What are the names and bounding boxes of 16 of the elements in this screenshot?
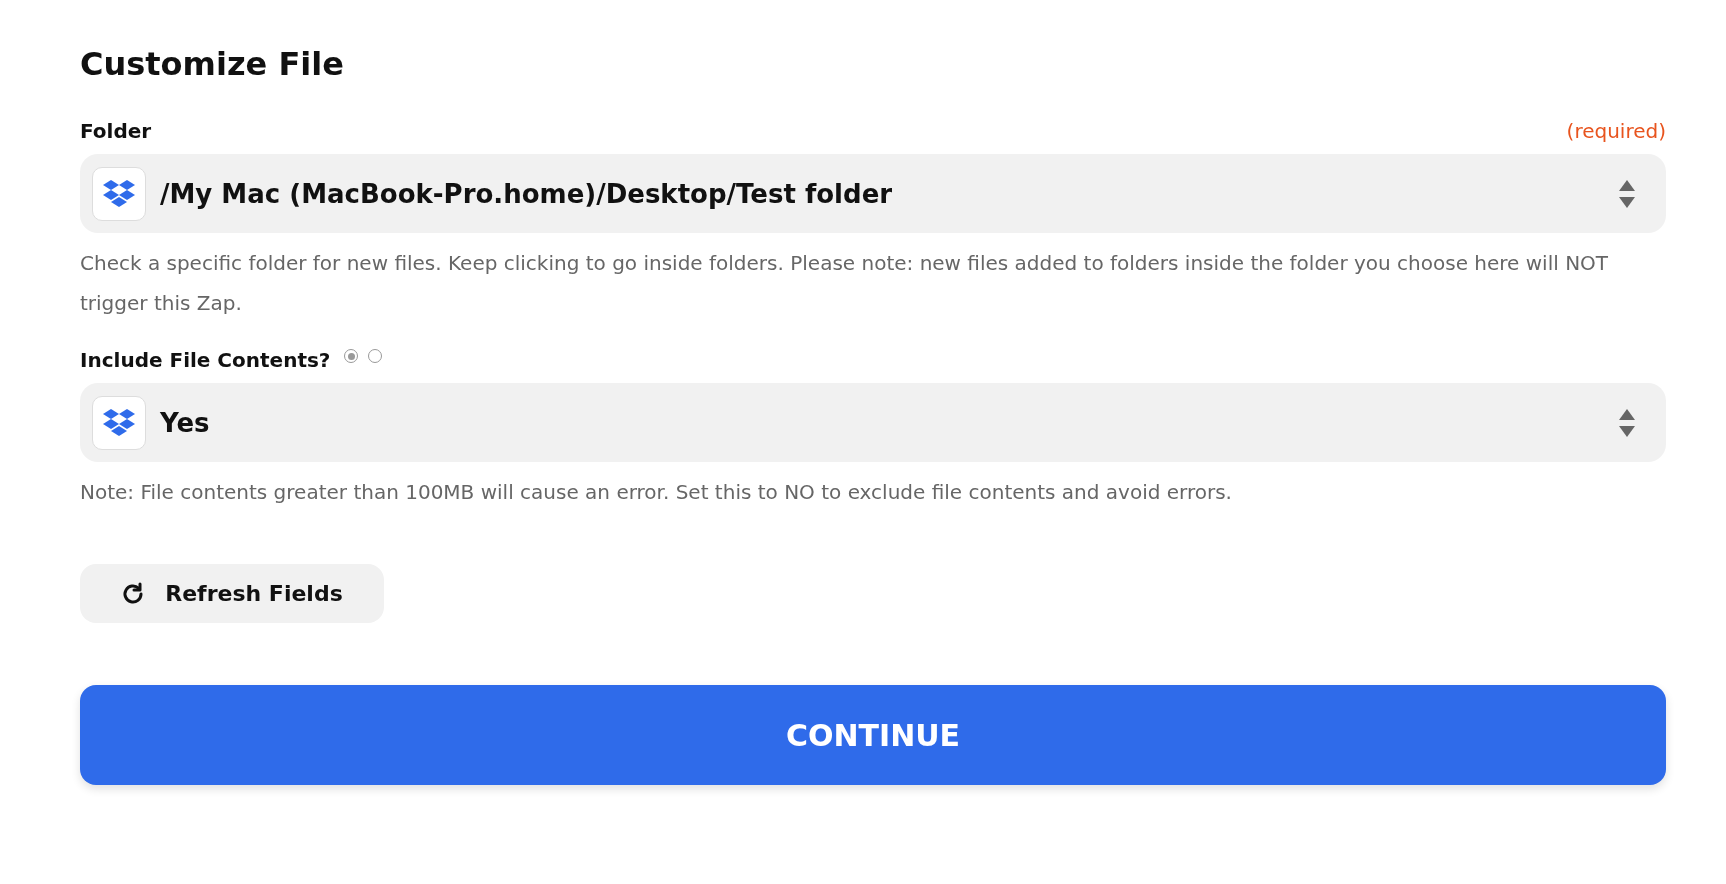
page-title: Customize File	[80, 44, 345, 84]
field-label: Folder	[80, 119, 152, 143]
required-note: (required)	[1566, 119, 1666, 143]
select-value: /My Mac (MacBook-Pro.home)/Desktop/Test folder	[160, 178, 894, 209]
continue-button[interactable]: CONTINUE	[80, 685, 1666, 785]
up-down-arrows-icon	[1618, 407, 1636, 438]
select-field[interactable]: Yes	[80, 383, 1666, 462]
refresh-button[interactable]: Refresh Fields	[80, 564, 384, 623]
box-logo-icon	[102, 178, 136, 209]
help-text: Check a specific folder for new files. Keep clicking to go inside folders. Please note: new files added to folders inside the folder you choose here will NOT trigger this Zap.	[80, 250, 1610, 317]
select-field[interactable]: /My Mac (MacBook-Pro.home)/Desktop/Test folder	[80, 154, 1666, 233]
select-value: Yes	[160, 407, 211, 438]
field-label: Include File Contents?	[80, 348, 331, 372]
box-logo-icon	[102, 407, 136, 438]
help-text: Note: File contents greater than 100MB will cause an error. Set this to NO to exclude file contents and avoid errors.	[80, 479, 1233, 506]
up-down-arrows-icon	[1618, 178, 1636, 209]
